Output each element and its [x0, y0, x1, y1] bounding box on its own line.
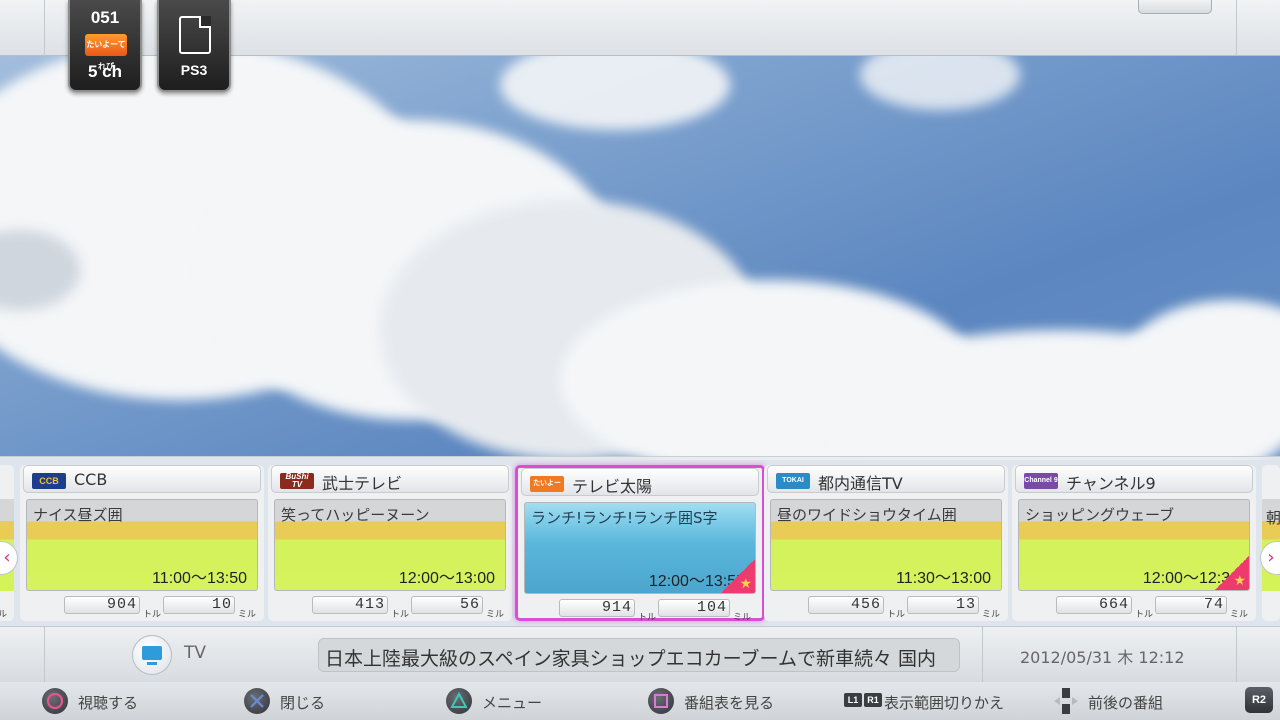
channel-name: CCB [74, 470, 108, 489]
ps3-device-icon [179, 16, 211, 54]
caption-symbol-icon: 囲 [941, 506, 957, 524]
scroll-left-arrow-icon[interactable]: ‹ [0, 541, 18, 575]
caption-symbol-icon: 囲S字 [678, 509, 718, 527]
prev-next-program-label: 前後の番組 [1088, 694, 1164, 712]
partial-unit-label: ル [0, 610, 8, 620]
l1-key-icon[interactable]: L1 [844, 693, 862, 707]
channel-card-ccb[interactable]: CCB CCB ナイス昼ズ囲 11:00〜13:50 904 トル 10 ミル [20, 465, 264, 621]
program-title: ランチ!ランチ!ランチ囲S字 [531, 509, 718, 527]
stat-value-1: 904 [64, 596, 140, 614]
channel-name: 都内通信TV [818, 474, 903, 493]
stat-unit-2: ミル [733, 613, 752, 623]
stat-value-2: 56 [411, 596, 483, 614]
channel-header: TOKAI 都内通信TV [767, 465, 1005, 493]
r2-button-icon[interactable]: R2 [1245, 687, 1273, 713]
stat-value-1: 914 [559, 599, 635, 617]
program-title: ショッピングウェーブ [1025, 506, 1175, 524]
source-tile-ps3[interactable]: PS3 [157, 0, 231, 92]
taiyo-logo-icon: たいよー [530, 476, 564, 492]
close-label: 閉じる [280, 694, 326, 712]
channel-9-logo-icon: Channel 9 [1024, 473, 1058, 489]
stat-value-2: 13 [907, 596, 979, 614]
program-block: ランチ!ランチ!ランチ囲S字 12:00〜13:55 ★ [524, 502, 756, 594]
program-guide-label: 番組表を見る [684, 694, 775, 712]
stat-unit-1: トル [1135, 610, 1154, 620]
channel-header: BuShi TV 武士テレビ [271, 465, 509, 493]
partial-program-title: 朝 [1266, 509, 1280, 527]
source-ps3-label: PS3 [180, 62, 208, 78]
display-range-label: 表示範囲切りかえ [884, 694, 1005, 712]
source-channel-number: 051 [90, 8, 120, 27]
menu-label: メニュー [482, 694, 543, 712]
button-guide: 視聴する 閉じる メニュー 番組表を見る L1 R1 表示範囲切りかえ 前後の番… [0, 682, 1280, 720]
program-block: 昼のワイドショウタイム囲 11:30〜13:00 [770, 499, 1002, 591]
program-block: ショッピングウェーブ 12:00〜12:30 ★ [1018, 499, 1250, 591]
channel-name: テレビ太陽 [572, 477, 653, 496]
stat-value-2: 104 [658, 599, 730, 617]
stat-unit-1: トル [638, 613, 657, 623]
caption-symbol-icon: 囲 [107, 506, 123, 524]
favorite-star-icon: ★ [1215, 556, 1249, 590]
stat-unit-1: トル [391, 610, 410, 620]
channel-strip: ル ‹ CCB CCB ナイス昼ズ囲 11:00〜13:50 904 トル 10… [0, 456, 1280, 626]
favorite-star-icon: ★ [721, 559, 755, 593]
triangle-button-icon[interactable] [446, 688, 472, 714]
ccb-logo-icon: CCB [32, 473, 66, 489]
tokai-logo-icon: TOKAI [776, 473, 810, 489]
stat-value-1: 413 [312, 596, 388, 614]
program-time: 12:00〜13:00 [398, 570, 495, 587]
channel-header: Channel 9 チャンネル9 [1015, 465, 1253, 493]
top-right-tab[interactable] [1138, 0, 1212, 14]
watch-label: 視聴する [78, 694, 139, 712]
program-time: 11:30〜13:00 [896, 570, 991, 587]
program-title: 笑ってハッピーヌーン [281, 506, 430, 524]
date-time: 2012/05/31 木 12:12 [1020, 648, 1185, 667]
stat-value-1: 456 [808, 596, 884, 614]
cross-button-icon[interactable] [244, 688, 270, 714]
square-button-icon[interactable] [648, 688, 674, 714]
stat-unit-1: トル [887, 610, 906, 620]
stat-unit-2: ミル [486, 610, 505, 620]
channel-name: 武士テレビ [322, 474, 403, 493]
channel-card-channel-9[interactable]: Channel 9 チャンネル9 ショッピングウェーブ 12:00〜12:30 … [1012, 465, 1256, 621]
info-bar: TV 日本上陸最大級のスペイン家具ショップエコカーブームで新車続々 国内 201… [0, 626, 1280, 683]
stat-value-2: 10 [163, 596, 235, 614]
channel-logo-icon: たいよーてれび [85, 34, 127, 71]
stat-unit-2: ミル [982, 610, 1001, 620]
stat-unit-2: ミル [1230, 610, 1249, 620]
channel-card-bushi-tv[interactable]: BuShi TV 武士テレビ 笑ってハッピーヌーン 12:00〜13:00 41… [268, 465, 512, 621]
channel-name: チャンネル9 [1066, 474, 1156, 493]
stat-unit-2: ミル [238, 610, 257, 620]
program-title: ナイス昼ズ囲 [33, 506, 123, 524]
program-time: 11:00〜13:50 [152, 570, 247, 587]
channel-card-terebi-taiyo[interactable]: たいよー テレビ太陽 ランチ!ランチ!ランチ囲S字 12:00〜13:55 ★ … [515, 465, 765, 623]
bushi-tv-logo-icon: BuShi TV [280, 473, 314, 489]
source-tile-channel[interactable]: 051 たいよーてれび 5 ch [68, 0, 142, 92]
program-block: 笑ってハッピーヌーン 12:00〜13:00 [274, 499, 506, 591]
mode-label: TV [184, 643, 207, 663]
r1-key-icon[interactable]: R1 [864, 693, 882, 707]
channel-header: CCB CCB [23, 465, 261, 493]
ticker-text: 日本上陸最大級のスペイン家具ショップエコカーブームで新車続々 国内 [325, 648, 937, 670]
program-block: ナイス昼ズ囲 11:00〜13:50 [26, 499, 258, 591]
dpad-updown-icon[interactable] [1052, 686, 1080, 716]
stat-value-1: 664 [1056, 596, 1132, 614]
stat-unit-1: トル [143, 610, 162, 620]
circle-button-icon[interactable] [42, 688, 68, 714]
news-ticker: 日本上陸最大級のスペイン家具ショップエコカーブームで新車続々 国内 [318, 638, 960, 672]
stat-value-2: 74 [1155, 596, 1227, 614]
tv-icon[interactable] [132, 635, 172, 675]
source-channel-label: 5 ch [87, 62, 123, 81]
program-title: 昼のワイドショウタイム囲 [777, 506, 957, 524]
channel-card-tonai-tsushin-tv[interactable]: TOKAI 都内通信TV 昼のワイドショウタイム囲 11:30〜13:00 45… [764, 465, 1008, 621]
channel-header: たいよー テレビ太陽 [521, 468, 759, 496]
